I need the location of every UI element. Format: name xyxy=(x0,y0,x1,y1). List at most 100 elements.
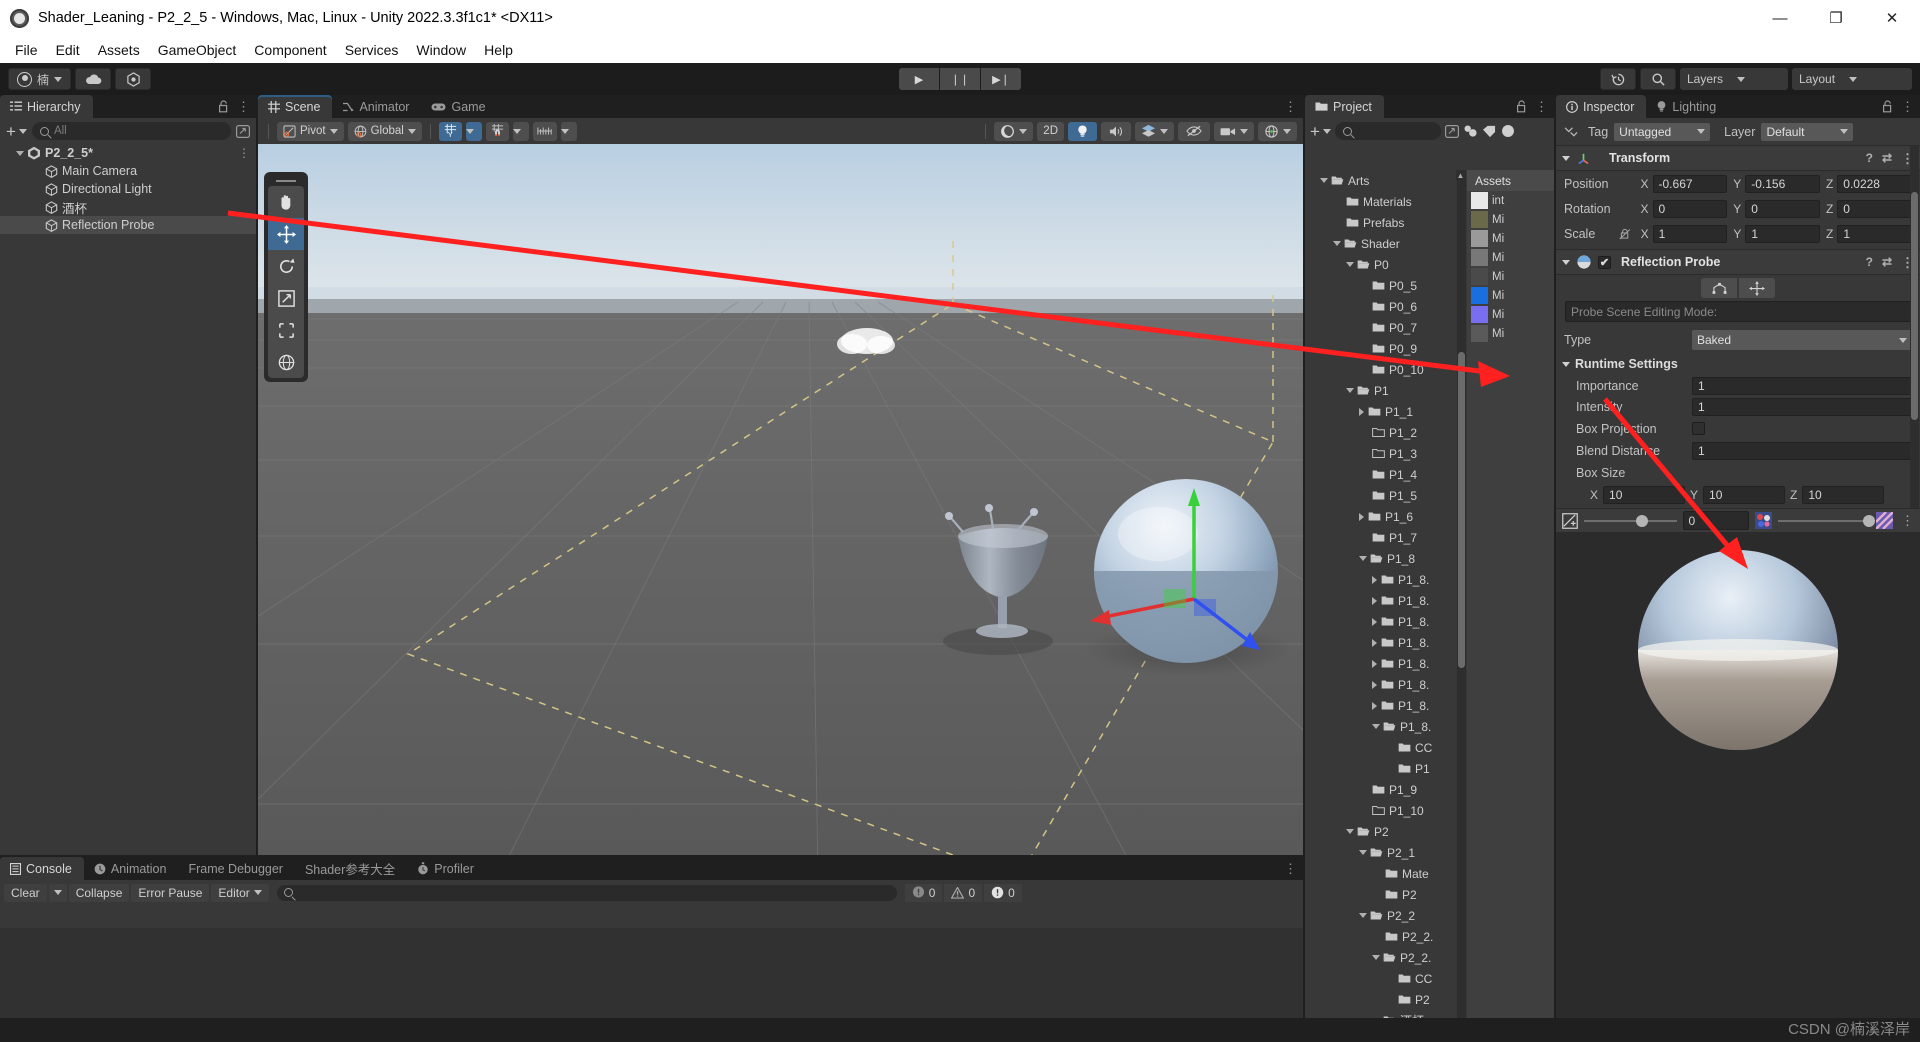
exposure-icon[interactable] xyxy=(1562,512,1578,529)
project-tree-row[interactable]: P1_8. xyxy=(1305,632,1467,653)
scene-camera-dropdown[interactable] xyxy=(1214,121,1254,141)
scene-menu-icon[interactable]: ⋮ xyxy=(1284,100,1297,113)
chevron-down-icon[interactable] xyxy=(1562,259,1570,265)
grid-visibility-dropdown[interactable] xyxy=(560,121,577,141)
transform-z-field[interactable]: 0.0228 xyxy=(1837,174,1912,193)
close-button[interactable]: ✕ xyxy=(1864,0,1920,36)
lock-icon[interactable] xyxy=(218,100,229,113)
collapse-triangle-icon[interactable] xyxy=(1333,241,1341,246)
expand-search-icon[interactable] xyxy=(236,124,250,138)
preset-icon[interactable]: ⇄ xyxy=(1882,151,1892,165)
hand-tool-button[interactable] xyxy=(268,186,304,218)
inspector-menu-icon[interactable]: ⋮ xyxy=(1901,100,1914,113)
type-dropdown[interactable]: Baked xyxy=(1692,330,1912,350)
project-tree-row[interactable]: P1_2 xyxy=(1305,422,1467,443)
collapse-triangle-icon[interactable] xyxy=(1320,178,1328,183)
menu-services[interactable]: Services xyxy=(336,40,408,60)
expand-triangle-icon[interactable] xyxy=(1359,407,1364,416)
project-tree-row[interactable]: P0_9 xyxy=(1305,338,1467,359)
intensity-preview-slider[interactable] xyxy=(1777,514,1875,527)
project-tree-row[interactable]: P0 xyxy=(1305,254,1467,275)
pause-button[interactable]: ❘❘ xyxy=(940,68,980,90)
transform-y-field[interactable]: -0.156 xyxy=(1745,174,1820,193)
scene-gizmos-dropdown[interactable] xyxy=(1258,121,1297,141)
menu-gameobject[interactable]: GameObject xyxy=(149,40,246,60)
project-menu-icon[interactable]: ⋮ xyxy=(1535,100,1548,113)
project-tree-row[interactable]: P1_10 xyxy=(1305,800,1467,821)
probe-scene-editing-mode-field[interactable]: Probe Scene Editing Mode: xyxy=(1565,301,1911,322)
chevron-down-icon[interactable] xyxy=(1562,155,1570,161)
transform-y-field[interactable]: 1 xyxy=(1745,224,1820,243)
scene-visibility-toggle[interactable] xyxy=(1178,121,1210,141)
project-tree-scrollbar[interactable]: ▲ ▼ xyxy=(1456,170,1466,1042)
tab-animation[interactable]: Animation xyxy=(84,857,179,880)
account-button[interactable]: 楠 xyxy=(8,68,72,90)
transform-x-field[interactable]: 0 xyxy=(1652,199,1728,218)
rotate-tool-button[interactable] xyxy=(268,250,304,282)
asset-item[interactable]: Mi xyxy=(1467,210,1554,229)
add-gameobject-button[interactable]: + xyxy=(6,123,27,140)
help-icon[interactable]: ? xyxy=(1866,151,1873,165)
project-tree-row[interactable]: P1_8. xyxy=(1305,590,1467,611)
scene-viewport[interactable]: Persp y z x xyxy=(258,144,1303,855)
project-tree-row[interactable]: P2_2. xyxy=(1305,926,1467,947)
project-tree-row[interactable]: P2 xyxy=(1305,821,1467,842)
collapse-triangle-icon[interactable] xyxy=(16,150,24,156)
hierarchy-row[interactable]: Directional Light xyxy=(0,180,256,198)
layer-dropdown[interactable]: Default xyxy=(1761,122,1854,141)
project-tree-row[interactable]: P2 xyxy=(1305,884,1467,905)
tab-hierarchy[interactable]: Hierarchy xyxy=(0,95,93,118)
scale-tool-button[interactable] xyxy=(268,282,304,314)
intensity-field[interactable]: 1 xyxy=(1692,397,1912,416)
project-tree-row[interactable]: Arts xyxy=(1305,170,1467,191)
undo-history-button[interactable] xyxy=(1600,68,1636,90)
mip-level-field[interactable]: 0 xyxy=(1682,511,1749,530)
search-button[interactable] xyxy=(1640,68,1676,90)
play-button[interactable]: ▶ xyxy=(899,68,939,90)
asset-item[interactable]: Mi xyxy=(1467,305,1554,324)
transform-z-field[interactable]: 1 xyxy=(1837,224,1913,243)
importance-field[interactable]: 1 xyxy=(1692,376,1912,395)
scene-audio-toggle[interactable] xyxy=(1101,121,1131,141)
project-tree-row[interactable]: P2_2. xyxy=(1305,947,1467,968)
hierarchy-row[interactable]: 酒杯 xyxy=(0,198,256,216)
filter-label-icon[interactable] xyxy=(1482,125,1497,138)
rect-tool-button[interactable] xyxy=(268,314,304,346)
collapse-triangle-icon[interactable] xyxy=(1346,262,1354,267)
scale-lock-icon[interactable] xyxy=(1619,228,1633,240)
scroll-up-icon[interactable]: ▲ xyxy=(1456,170,1465,181)
project-tree-row[interactable]: P2_2 xyxy=(1305,905,1467,926)
menu-file[interactable]: File xyxy=(6,40,47,60)
project-tree-row[interactable]: P1_9 xyxy=(1305,779,1467,800)
grid-snap-toggle[interactable]: Y xyxy=(438,121,462,141)
collapse-triangle-icon[interactable] xyxy=(1372,955,1380,960)
lock-icon[interactable] xyxy=(1516,100,1527,113)
hierarchy-row[interactable]: P2_2_5* ⋮ xyxy=(0,144,256,162)
project-tree-row[interactable]: P1_1 xyxy=(1305,401,1467,422)
maximize-button[interactable]: ❐ xyxy=(1808,0,1864,36)
editor-dropdown[interactable]: Editor xyxy=(211,883,269,902)
menu-edit[interactable]: Edit xyxy=(47,40,89,60)
project-tree-row[interactable]: Mate xyxy=(1305,863,1467,884)
tab-inspector[interactable]: Inspector xyxy=(1556,95,1647,118)
project-tree-row[interactable]: P0_5 xyxy=(1305,275,1467,296)
collapse-triangle-icon[interactable] xyxy=(1359,913,1367,918)
grid-visibility-toggle[interactable] xyxy=(532,121,557,141)
expand-triangle-icon[interactable] xyxy=(1372,596,1377,605)
scene-fx-dropdown[interactable] xyxy=(1135,121,1174,141)
channel-icon[interactable] xyxy=(1754,512,1772,529)
blend-distance-field[interactable]: 1 xyxy=(1692,442,1912,460)
asset-item[interactable]: Mi xyxy=(1467,248,1554,267)
project-tree-row[interactable]: P1_6 xyxy=(1305,506,1467,527)
tab-game[interactable]: Game xyxy=(421,95,497,118)
layout-dropdown[interactable]: Layout xyxy=(1792,68,1912,90)
asset-item[interactable]: Mi xyxy=(1467,267,1554,286)
expand-search-icon[interactable] xyxy=(1444,124,1459,138)
move-tool-button[interactable] xyxy=(268,218,304,250)
menu-assets[interactable]: Assets xyxy=(89,40,149,60)
exposure-slider[interactable] xyxy=(1584,514,1677,527)
collapse-triangle-icon[interactable] xyxy=(1346,388,1354,393)
reflection-probe-header[interactable]: ✔ Reflection Probe ? ⇄ ⋮ xyxy=(1556,249,1920,275)
transform-x-field[interactable]: -0.667 xyxy=(1652,174,1728,193)
project-tree-row[interactable]: P1_8 xyxy=(1305,548,1467,569)
